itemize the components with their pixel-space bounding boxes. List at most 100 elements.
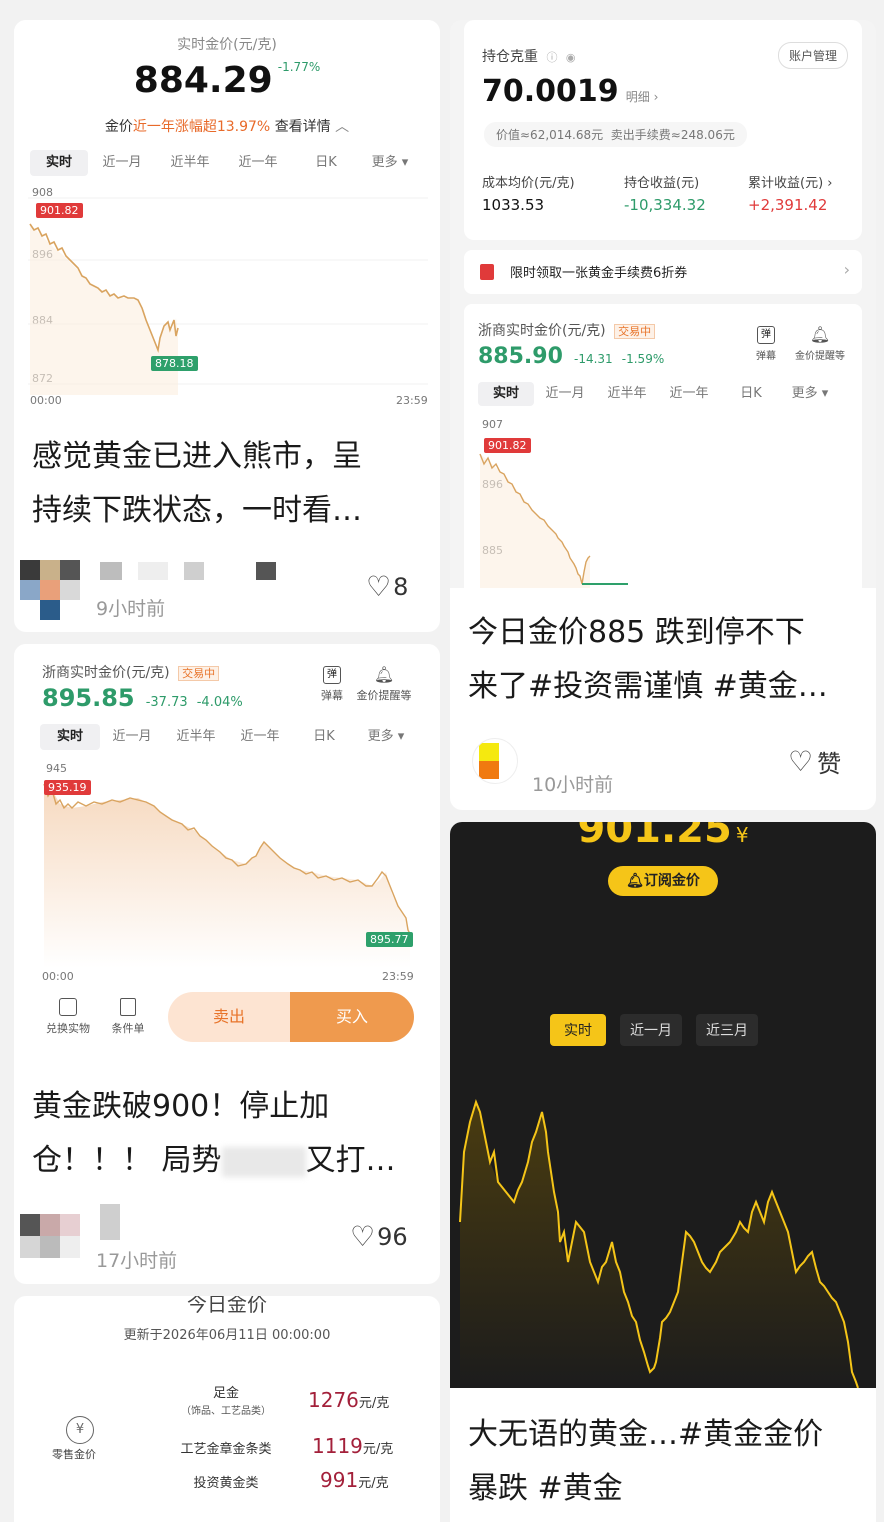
price-row: 工艺金章金条类 1119元/克 bbox=[180, 1434, 394, 1458]
sell-button[interactable]: 卖出 bbox=[168, 992, 290, 1042]
tab-realtime[interactable]: 实时 bbox=[40, 724, 100, 750]
price-note[interactable]: 金价近一年涨幅超13.97% 查看详情 ︿ bbox=[14, 116, 440, 136]
current-price: 885.90 bbox=[478, 344, 563, 369]
redeem-physical-button[interactable]: 兑换实物 bbox=[44, 998, 92, 1036]
price-alert-button[interactable]: 🔔︎ 金价提醒等 bbox=[790, 325, 850, 363]
tab-month[interactable]: 近一月 bbox=[100, 724, 164, 750]
info-icon: ⓘ bbox=[546, 51, 558, 64]
eye-icon: ◉ bbox=[565, 51, 576, 64]
conditional-order-button[interactable]: 条件单 bbox=[106, 998, 150, 1036]
order-list-icon bbox=[120, 998, 136, 1016]
low-price-tag: 895.77 bbox=[366, 932, 413, 947]
pnl-label: 持仓收益(元) bbox=[624, 176, 700, 191]
promo-banner[interactable]: 限时领取一张黄金手续费6折券 › bbox=[464, 250, 862, 294]
post-title-line[interactable]: 来了#投资需谨慎 #黄金… bbox=[468, 660, 828, 714]
tab-half-year[interactable]: 近半年 bbox=[164, 724, 228, 750]
tab-year[interactable]: 近一年 bbox=[228, 724, 292, 750]
price-row: 投资黄金类 991元/克 bbox=[193, 1468, 389, 1492]
price-change-pct: -1.59% bbox=[621, 352, 665, 366]
detail-link[interactable]: 明细 › bbox=[626, 90, 659, 104]
tab-half-year[interactable]: 近半年 bbox=[596, 382, 658, 406]
like-button[interactable]: ♡ 96 bbox=[350, 1220, 408, 1253]
buy-button[interactable]: 买入 bbox=[290, 992, 414, 1042]
post-card-2[interactable]: 浙商实时金价(元/克) 交易中 895.85 -37.73 -4.04% 弹 弹… bbox=[14, 644, 440, 1284]
post-title-line[interactable]: 今日金价885 跌到停不下 bbox=[468, 606, 805, 660]
tab-year[interactable]: 近一年 bbox=[658, 382, 720, 406]
post-time: 9小时前 bbox=[96, 598, 166, 620]
tab-realtime[interactable]: 实时 bbox=[478, 382, 534, 406]
cost-label: 成本均价(元/克) bbox=[482, 176, 575, 191]
post-card-4[interactable]: 持仓克重 ⓘ ◉ 账户管理 70.0019 明细 › 价值≈62,014.68元… bbox=[450, 20, 876, 810]
post-text-area: 今日金价885 跌到停不下 来了#投资需谨慎 #黄金… 10小时前 ♡ 赞 bbox=[450, 588, 876, 810]
tab-half-year[interactable]: 近半年 bbox=[156, 150, 224, 176]
tab-month[interactable]: 近一月 bbox=[534, 382, 596, 406]
period-tabs: 实时 近一月 近三月 bbox=[550, 1014, 758, 1046]
dark-gold-chart-screenshot: 901.25 ¥ 🔔︎订阅金价 实时 近一月 近三月 bbox=[450, 822, 876, 1388]
bell-icon: 🔔︎ bbox=[373, 665, 395, 684]
tab-daily-k[interactable]: 日K bbox=[720, 382, 782, 406]
retail-price-label: 零售金价 bbox=[52, 1448, 96, 1461]
updated-time: 更新于2026年06月11日 00:00:00 bbox=[123, 1328, 331, 1343]
account-manage-button[interactable]: 账户管理 bbox=[777, 42, 848, 69]
tab-daily-k[interactable]: 日K bbox=[292, 150, 360, 176]
post-title-line[interactable]: 感觉黄金已进入熊市，呈 bbox=[32, 430, 362, 484]
trading-badge: 交易中 bbox=[614, 324, 656, 339]
danmaku-button[interactable]: 弹 弹幕 bbox=[312, 666, 352, 703]
post-time: 10小时前 bbox=[532, 774, 614, 796]
cumulative-value: +2,391.42 bbox=[748, 196, 828, 214]
avatar[interactable] bbox=[20, 560, 80, 620]
price-line-chart bbox=[43, 783, 411, 968]
retail-price-icon: ¥ bbox=[66, 1416, 94, 1444]
post-title-line[interactable]: 黄金跌破900！停止加 bbox=[32, 1080, 329, 1134]
holdings-grams: 70.0019 bbox=[482, 74, 619, 109]
like-count: 96 bbox=[377, 1222, 408, 1251]
post-title-line[interactable]: 持续下跌状态，一时看… bbox=[32, 484, 362, 538]
y-tick: 907 bbox=[482, 418, 503, 431]
post-title-line[interactable]: 大无语的黄金…#黄金金价 bbox=[468, 1408, 823, 1462]
tab-year[interactable]: 近一年 bbox=[224, 150, 292, 176]
avatar[interactable] bbox=[472, 738, 518, 784]
price-label: 浙商实时金价(元/克) bbox=[478, 323, 606, 339]
price-alert-button[interactable]: 🔔︎ 金价提醒等 bbox=[354, 666, 414, 703]
like-button[interactable]: ♡ 赞 bbox=[788, 744, 841, 779]
tab-month[interactable]: 近一月 bbox=[620, 1014, 682, 1046]
price-label: 浙商实时金价(元/克) bbox=[42, 665, 170, 681]
bell-icon: 🔔︎ bbox=[809, 325, 831, 344]
tab-realtime[interactable]: 实时 bbox=[30, 150, 88, 176]
price-line-chart bbox=[459, 1098, 859, 1388]
current-price: 884.29 bbox=[133, 60, 273, 101]
tab-more[interactable]: 更多 ▾ bbox=[782, 382, 838, 406]
high-price-tag: 935.19 bbox=[44, 780, 91, 795]
tab-realtime[interactable]: 实时 bbox=[550, 1014, 606, 1046]
gift-box-icon bbox=[59, 998, 77, 1016]
post-card-5[interactable]: 901.25 ¥ 🔔︎订阅金价 实时 近一月 近三月 大无语的黄金…#黄金金价 暴… bbox=[450, 822, 876, 1522]
tab-more[interactable]: 更多 ▾ bbox=[360, 150, 420, 176]
pnl-value: -10,334.32 bbox=[624, 196, 706, 214]
post-title-line[interactable]: 仓！！！ 局势 又打… bbox=[32, 1134, 396, 1188]
price-chart-panel: 浙商实时金价(元/克) 交易中 885.90 -14.31 -1.59% 弹 弹… bbox=[464, 304, 862, 600]
coupon-icon bbox=[480, 264, 494, 280]
x-end: 23:59 bbox=[382, 970, 414, 983]
like-count: 8 bbox=[393, 572, 409, 601]
cumulative-label[interactable]: 累计收益(元) › bbox=[748, 172, 833, 191]
post-card-3[interactable]: 今日金价 更新于2026年06月11日 00:00:00 ¥ 零售金价 足金 （… bbox=[14, 1296, 440, 1522]
like-button[interactable]: ♡ 8 bbox=[366, 570, 408, 603]
chevron-right-icon: › bbox=[843, 260, 850, 279]
heart-icon: ♡ bbox=[366, 570, 392, 603]
price-label: 实时金价(元/克) bbox=[177, 37, 277, 53]
tab-daily-k[interactable]: 日K bbox=[292, 724, 356, 750]
tab-month[interactable]: 近一月 bbox=[88, 150, 156, 176]
avatar[interactable] bbox=[20, 1214, 80, 1258]
danmaku-button[interactable]: 弹 弹幕 bbox=[748, 326, 784, 362]
tab-three-months[interactable]: 近三月 bbox=[696, 1014, 758, 1046]
value-summary: 价值≈62,014.68元 卖出手续费≈248.06元 bbox=[484, 122, 747, 147]
subscribe-price-button[interactable]: 🔔︎订阅金价 bbox=[608, 866, 718, 896]
period-tabs: 实时 近一月 近半年 近一年 日K 更多 ▾ bbox=[30, 150, 420, 176]
price-change: -37.73 bbox=[145, 695, 188, 710]
bell-icon: 🔔︎ bbox=[626, 873, 644, 889]
tab-more[interactable]: 更多 ▾ bbox=[356, 724, 416, 750]
danmaku-icon: 弹 bbox=[323, 666, 341, 684]
price-change: -14.31 bbox=[574, 352, 613, 366]
post-card-1[interactable]: 实时金价(元/克) 884.29 -1.77% 金价近一年涨幅超13.97% 查… bbox=[14, 20, 440, 632]
post-title-line[interactable]: 暴跌 #黄金 bbox=[468, 1462, 623, 1516]
